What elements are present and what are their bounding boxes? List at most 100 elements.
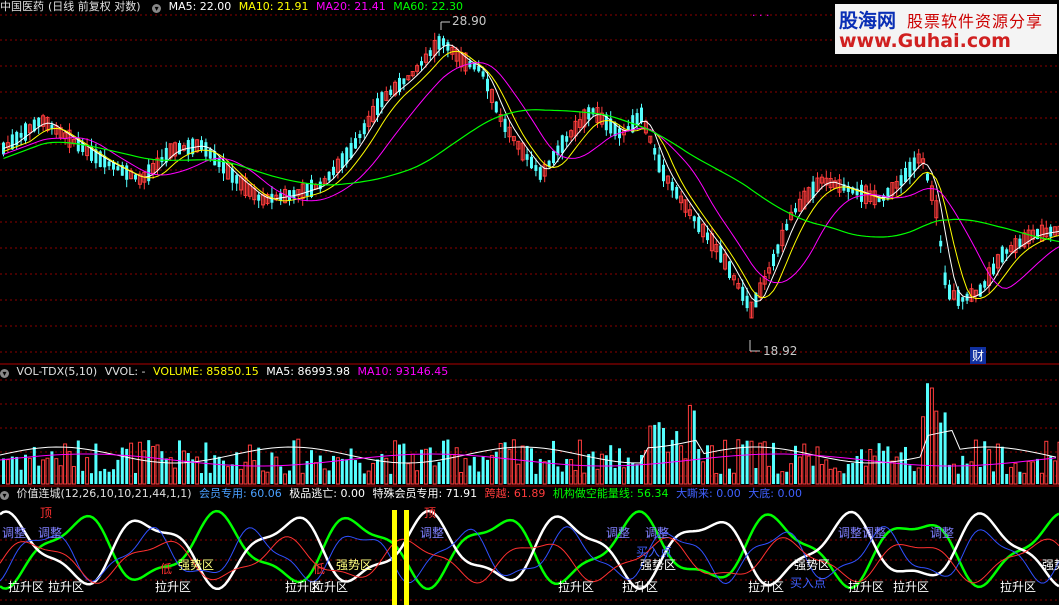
volume-bar	[230, 464, 234, 484]
dropdown-icon[interactable]: ▾	[152, 4, 162, 13]
volume-bar	[877, 443, 881, 484]
volume-bar	[410, 453, 415, 485]
volume-bar	[648, 425, 653, 485]
finance-badge[interactable]: 财	[970, 347, 987, 364]
indicator-name[interactable]: 价值连城(12,26,10,10,21,44,1,1)	[17, 487, 192, 500]
candle-body	[178, 142, 181, 155]
volume-bar	[332, 455, 335, 484]
volume-bar	[296, 438, 301, 485]
candle-body	[494, 101, 498, 113]
candle-body	[745, 295, 749, 309]
volume-bar	[186, 453, 190, 484]
price-candles	[2, 32, 1059, 319]
candle-body	[420, 61, 423, 66]
chart-canvas[interactable]	[0, 0, 1059, 605]
volume-bar	[956, 473, 960, 484]
candle-body	[1000, 246, 1004, 263]
volume-bar	[701, 461, 706, 485]
volume-bar	[103, 468, 107, 484]
volume-indicator-name[interactable]: VOL-TDX(5,10)	[17, 365, 98, 378]
volume-bar	[806, 455, 811, 485]
volume-bar	[943, 412, 947, 484]
volume-bar	[872, 455, 877, 485]
volume-bar	[313, 462, 318, 485]
volume-bar	[961, 455, 965, 484]
vol-ma10-readout: MA10: 93146.45	[357, 365, 449, 378]
volume-bar	[635, 464, 639, 484]
candle-body	[675, 187, 679, 199]
candle-body	[134, 174, 137, 180]
volume-bar	[168, 457, 173, 485]
volume-bar	[657, 422, 661, 484]
volume-bar	[24, 454, 27, 484]
volume-bar	[552, 440, 555, 484]
indicator-dropdown-icon[interactable]: ▾	[0, 491, 9, 500]
volume-bar	[58, 465, 63, 485]
volume-bar	[577, 439, 582, 485]
volume-bar	[916, 467, 921, 485]
volume-bar	[327, 470, 331, 484]
volume-bar	[2, 458, 5, 484]
indicator-label: 调整	[838, 526, 863, 540]
volume-bar	[1026, 460, 1031, 485]
volume-bar	[112, 469, 115, 484]
volume-bar	[354, 460, 357, 484]
candle-body	[486, 78, 489, 92]
volume-bar	[437, 462, 441, 484]
volume-bar	[116, 459, 120, 484]
candle-body	[1018, 238, 1022, 247]
volume-dropdown-icon[interactable]: ▾	[0, 369, 9, 378]
candle-body	[692, 216, 696, 222]
candle-body	[697, 217, 701, 233]
volume-header: ▾ VOL-TDX(5,10) VVOL: - VOLUME: 85850.15…	[0, 365, 452, 379]
inst-readout: 机构做空能量线: 56.34	[552, 487, 669, 500]
indicator-label: 调整	[645, 526, 670, 540]
volume-bar	[98, 471, 102, 484]
volume-bar	[939, 422, 943, 484]
indicator-label: 拉升区	[848, 580, 885, 594]
candle-body	[670, 181, 674, 191]
indicator-label: 强势区	[178, 558, 215, 572]
volume-bar	[481, 456, 485, 484]
high-marker	[440, 21, 450, 30]
volume-bar	[1039, 472, 1044, 485]
candle-body	[340, 153, 344, 169]
volume-bar	[155, 444, 160, 485]
indicator-label: 拉升区	[1000, 580, 1037, 594]
candle-body	[939, 240, 943, 247]
volume-bar	[675, 431, 679, 484]
volume-bar	[802, 443, 807, 485]
logo-brand: 股海网	[839, 10, 897, 32]
candle-body	[288, 190, 291, 201]
volume-bar	[828, 468, 833, 485]
candle-body	[719, 245, 723, 263]
volume-bar	[463, 458, 468, 485]
candle-body	[472, 63, 476, 70]
candle-body	[125, 165, 129, 180]
volume-bar	[10, 456, 14, 484]
volume-bar	[366, 470, 371, 485]
volume-bar	[530, 448, 533, 484]
candle-body	[538, 167, 542, 180]
volume-bar	[300, 472, 305, 485]
volume-bar	[811, 465, 815, 484]
indicator-header: ▾ 价值连城(12,26,10,10,21,44,1,1) 会员专用: 60.0…	[0, 487, 806, 501]
volume-bar	[41, 459, 46, 485]
volume-bar	[134, 472, 137, 484]
volume-bar	[406, 463, 411, 485]
volume-bar	[815, 446, 820, 485]
volume-bar	[882, 450, 885, 484]
vvol-readout: VVOL: -	[104, 365, 146, 378]
ma5-readout: MA5: 22.00	[168, 0, 232, 13]
candle-body	[19, 132, 23, 138]
bigbottom-readout: 大底: 0.00	[748, 487, 802, 500]
volume-bar	[662, 427, 665, 484]
ma60-readout: MA60: 22.30	[393, 0, 463, 13]
stock-title[interactable]: 中国医药 (日线 前复权 对数)	[0, 0, 145, 13]
volume-bar	[1049, 456, 1053, 484]
indicator-label: 顶	[40, 506, 53, 520]
volume-bar	[582, 472, 587, 485]
volume-bar	[643, 450, 648, 485]
volume-bar	[239, 468, 244, 485]
volume-bar	[376, 459, 379, 484]
